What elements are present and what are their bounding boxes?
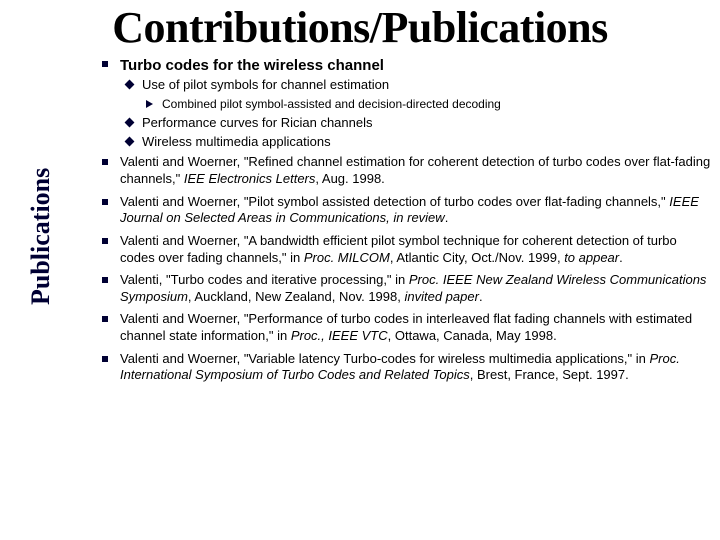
subtopic-detail: Combined pilot symbol-assisted and decis… xyxy=(142,97,712,112)
topic-item: Turbo codes for the wireless channel Use… xyxy=(94,56,712,150)
pub-note: to appear xyxy=(564,250,619,265)
pub-text: Valenti and Woerner, "Pilot symbol assis… xyxy=(120,194,669,209)
slide-content: Turbo codes for the wireless channel Use… xyxy=(94,56,712,536)
pub-venue: IEE Electronics Letters xyxy=(184,171,316,186)
topic-heading: Turbo codes for the wireless channel xyxy=(120,56,712,75)
pub-text: , Atlantic City, Oct./Nov. 1999, xyxy=(390,250,564,265)
side-label-publications: Publications xyxy=(26,168,56,305)
pub-text: Valenti, "Turbo codes and iterative proc… xyxy=(120,272,409,287)
subtopic-pilot-symbols: Use of pilot symbols for channel estimat… xyxy=(120,77,712,112)
list-item: Valenti and Woerner, "Variable latency T… xyxy=(94,351,712,384)
pub-text: . xyxy=(445,210,449,225)
subtopic-multimedia: Wireless multimedia applications xyxy=(120,134,712,151)
publications-list: Valenti and Woerner, "Refined channel es… xyxy=(94,154,712,384)
pub-venue: Proc., IEEE VTC xyxy=(291,328,388,343)
pub-text: , Brest, France, Sept. 1997. xyxy=(470,367,629,382)
pub-text: , Auckland, New Zealand, Nov. 1998, xyxy=(188,289,405,304)
list-item: Valenti and Woerner, "A bandwidth effici… xyxy=(94,233,712,266)
pub-text: Valenti and Woerner, "Variable latency T… xyxy=(120,351,650,366)
pub-text: , Aug. 1998. xyxy=(315,171,384,186)
pub-text: . xyxy=(479,289,483,304)
pub-note: invited paper xyxy=(404,289,478,304)
list-item: Valenti and Woerner, "Refined channel es… xyxy=(94,154,712,187)
slide-title: Contributions/Publications xyxy=(0,0,720,53)
pub-text: , Ottawa, Canada, May 1998. xyxy=(388,328,557,343)
subtopic-rician: Performance curves for Rician channels xyxy=(120,115,712,132)
list-item: Valenti and Woerner, "Performance of tur… xyxy=(94,311,712,344)
pub-venue: Proc. MILCOM xyxy=(304,250,390,265)
list-item: Valenti and Woerner, "Pilot symbol assis… xyxy=(94,194,712,227)
pub-text: . xyxy=(619,250,623,265)
subtopic-text: Use of pilot symbols for channel estimat… xyxy=(142,77,389,92)
list-item: Valenti, "Turbo codes and iterative proc… xyxy=(94,272,712,305)
